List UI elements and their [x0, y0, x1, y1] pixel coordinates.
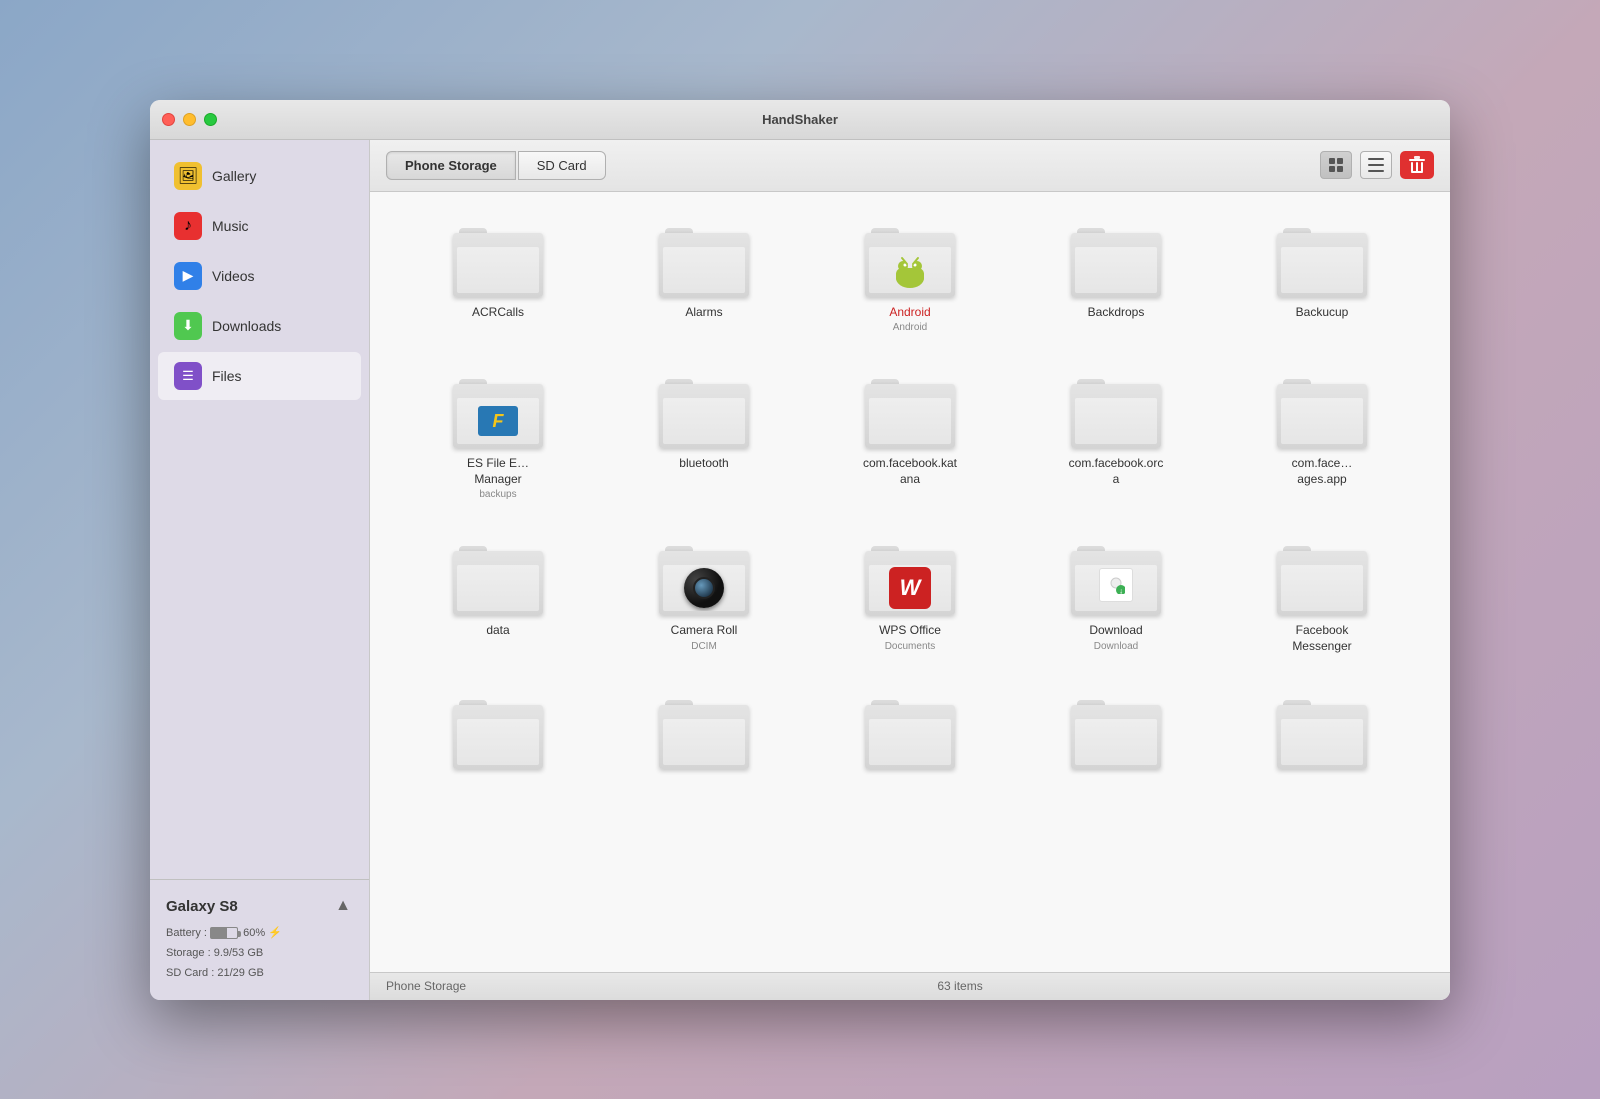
file-grid: ACRCalls Alarms AndroidAndroid Backdrops Bac…: [370, 192, 1450, 972]
device-info: Battery : 60% ⚡ Storage : 9.9/53 GB SD C…: [166, 924, 353, 983]
file-item-facebook_katana[interactable]: com.facebook.katana: [812, 363, 1008, 510]
phone-storage-tab[interactable]: Phone Storage: [386, 151, 516, 180]
sidebar-label-music: Music: [212, 218, 249, 234]
file-item-backdrops[interactable]: Backdrops: [1018, 212, 1214, 344]
file-name-facebook_orca: com.facebook.orca: [1066, 456, 1166, 487]
music-icon: ♪: [174, 212, 202, 240]
sidebar: 🖼 Gallery ♪ Music ▶ Videos ⬇ Downloads: [150, 140, 370, 1000]
sd-card-tab[interactable]: SD Card: [518, 151, 606, 180]
file-name-wps_office: WPS Office: [879, 623, 941, 639]
app-window: HandShaker 🖼 Gallery ♪ Music ▶ Videos: [150, 100, 1450, 1000]
file-item-facebook_ages[interactable]: com.face…ages.app: [1224, 363, 1420, 510]
list-view-button[interactable]: [1360, 151, 1392, 179]
sidebar-label-videos: Videos: [212, 268, 255, 284]
file-name-backucup: Backucup: [1296, 305, 1349, 321]
toolbar: Phone Storage SD Card: [370, 140, 1450, 192]
file-item-android[interactable]: AndroidAndroid: [812, 212, 1008, 344]
sidebar-label-files: Files: [212, 368, 242, 384]
app-title: HandShaker: [762, 112, 838, 127]
file-subtitle-wps_office: Documents: [885, 641, 936, 652]
battery-bar: [210, 927, 238, 939]
statusbar-count: 63 items: [486, 979, 1434, 993]
titlebar: HandShaker: [150, 100, 1450, 140]
traffic-lights: [162, 113, 217, 126]
file-name-backdrops: Backdrops: [1088, 305, 1145, 321]
device-footer: Galaxy S8 ▲ Battery : 60% ⚡ Storage : 9.…: [150, 879, 369, 999]
file-item-download[interactable]: ↓ Download Download: [1018, 530, 1214, 664]
files-icon: ☰: [174, 362, 202, 390]
device-header: Galaxy S8 ▲: [166, 896, 353, 916]
file-item-camera_roll[interactable]: Camera Roll DCIM: [606, 530, 802, 664]
sidebar-label-gallery: Gallery: [212, 168, 256, 184]
file-subtitle-android: Android: [893, 322, 927, 333]
window-body: 🖼 Gallery ♪ Music ▶ Videos ⬇ Downloads: [150, 140, 1450, 1000]
statusbar-path: Phone Storage: [386, 979, 466, 993]
file-item-acrcalls[interactable]: ACRCalls: [400, 212, 596, 344]
gallery-icon: 🖼: [174, 162, 202, 190]
file-item-data[interactable]: data: [400, 530, 596, 664]
file-subtitle-download: Download: [1094, 641, 1138, 652]
file-item-extra-2[interactable]: [812, 684, 1008, 787]
file-item-alarms[interactable]: Alarms: [606, 212, 802, 344]
device-name: Galaxy S8: [166, 898, 238, 915]
file-item-extra-0[interactable]: [400, 684, 596, 787]
file-item-facebook_orca[interactable]: com.facebook.orca: [1018, 363, 1214, 510]
file-name-acrcalls: ACRCalls: [472, 305, 524, 321]
statusbar: Phone Storage 63 items: [370, 972, 1450, 1000]
file-item-esfile[interactable]: FES File E…Managerbackups: [400, 363, 596, 510]
sidebar-nav: 🖼 Gallery ♪ Music ▶ Videos ⬇ Downloads: [150, 140, 369, 880]
file-subtitle-camera_roll: DCIM: [691, 641, 717, 652]
sidebar-item-videos[interactable]: ▶ Videos: [158, 252, 361, 300]
main-content: Phone Storage SD Card: [370, 140, 1450, 1000]
sidebar-item-music[interactable]: ♪ Music: [158, 202, 361, 250]
file-item-extra-1[interactable]: [606, 684, 802, 787]
storage-row: Storage : 9.9/53 GB: [166, 944, 353, 964]
minimize-button[interactable]: [183, 113, 196, 126]
file-item-bluetooth[interactable]: bluetooth: [606, 363, 802, 510]
file-name-data: data: [486, 623, 509, 639]
maximize-button[interactable]: [204, 113, 217, 126]
grid-icon: [1328, 157, 1344, 173]
close-button[interactable]: [162, 113, 175, 126]
file-item-extra-3[interactable]: [1018, 684, 1214, 787]
file-name-esfile: ES File E…Manager: [448, 456, 548, 487]
file-name-alarms: Alarms: [685, 305, 722, 321]
file-name-facebook_ages: com.face…ages.app: [1272, 456, 1372, 487]
file-name-facebook_messenger: Facebook Messenger: [1272, 623, 1372, 654]
file-item-extra-4[interactable]: [1224, 684, 1420, 787]
file-name-bluetooth: bluetooth: [679, 456, 728, 472]
file-item-wps_office[interactable]: WWPS OfficeDocuments: [812, 530, 1008, 664]
eject-button[interactable]: ▲: [333, 896, 353, 916]
videos-icon: ▶: [174, 262, 202, 290]
svg-text:↓: ↓: [1119, 587, 1123, 595]
delete-button[interactable]: [1400, 151, 1434, 179]
file-name-camera_roll: Camera Roll: [671, 623, 738, 639]
sidebar-item-downloads[interactable]: ⬇ Downloads: [158, 302, 361, 350]
battery-row: Battery : 60% ⚡: [166, 924, 353, 944]
trash-icon: [1409, 156, 1425, 174]
file-name-facebook_katana: com.facebook.katana: [860, 456, 960, 487]
file-subtitle-esfile: backups: [479, 489, 516, 500]
sidebar-item-gallery[interactable]: 🖼 Gallery: [158, 152, 361, 200]
list-icon: [1368, 158, 1384, 172]
storage-tabs: Phone Storage SD Card: [386, 151, 606, 180]
file-item-facebook_messenger[interactable]: Facebook Messenger: [1224, 530, 1420, 664]
downloads-icon: ⬇: [174, 312, 202, 340]
file-name-download: Download: [1089, 623, 1142, 639]
file-item-backucup[interactable]: Backucup: [1224, 212, 1420, 344]
grid-view-button[interactable]: [1320, 151, 1352, 179]
sidebar-label-downloads: Downloads: [212, 318, 281, 334]
sdcard-row: SD Card : 21/29 GB: [166, 964, 353, 984]
file-name-android: Android: [889, 305, 930, 321]
toolbar-actions: [1320, 151, 1434, 179]
sidebar-item-files[interactable]: ☰ Files: [158, 352, 361, 400]
